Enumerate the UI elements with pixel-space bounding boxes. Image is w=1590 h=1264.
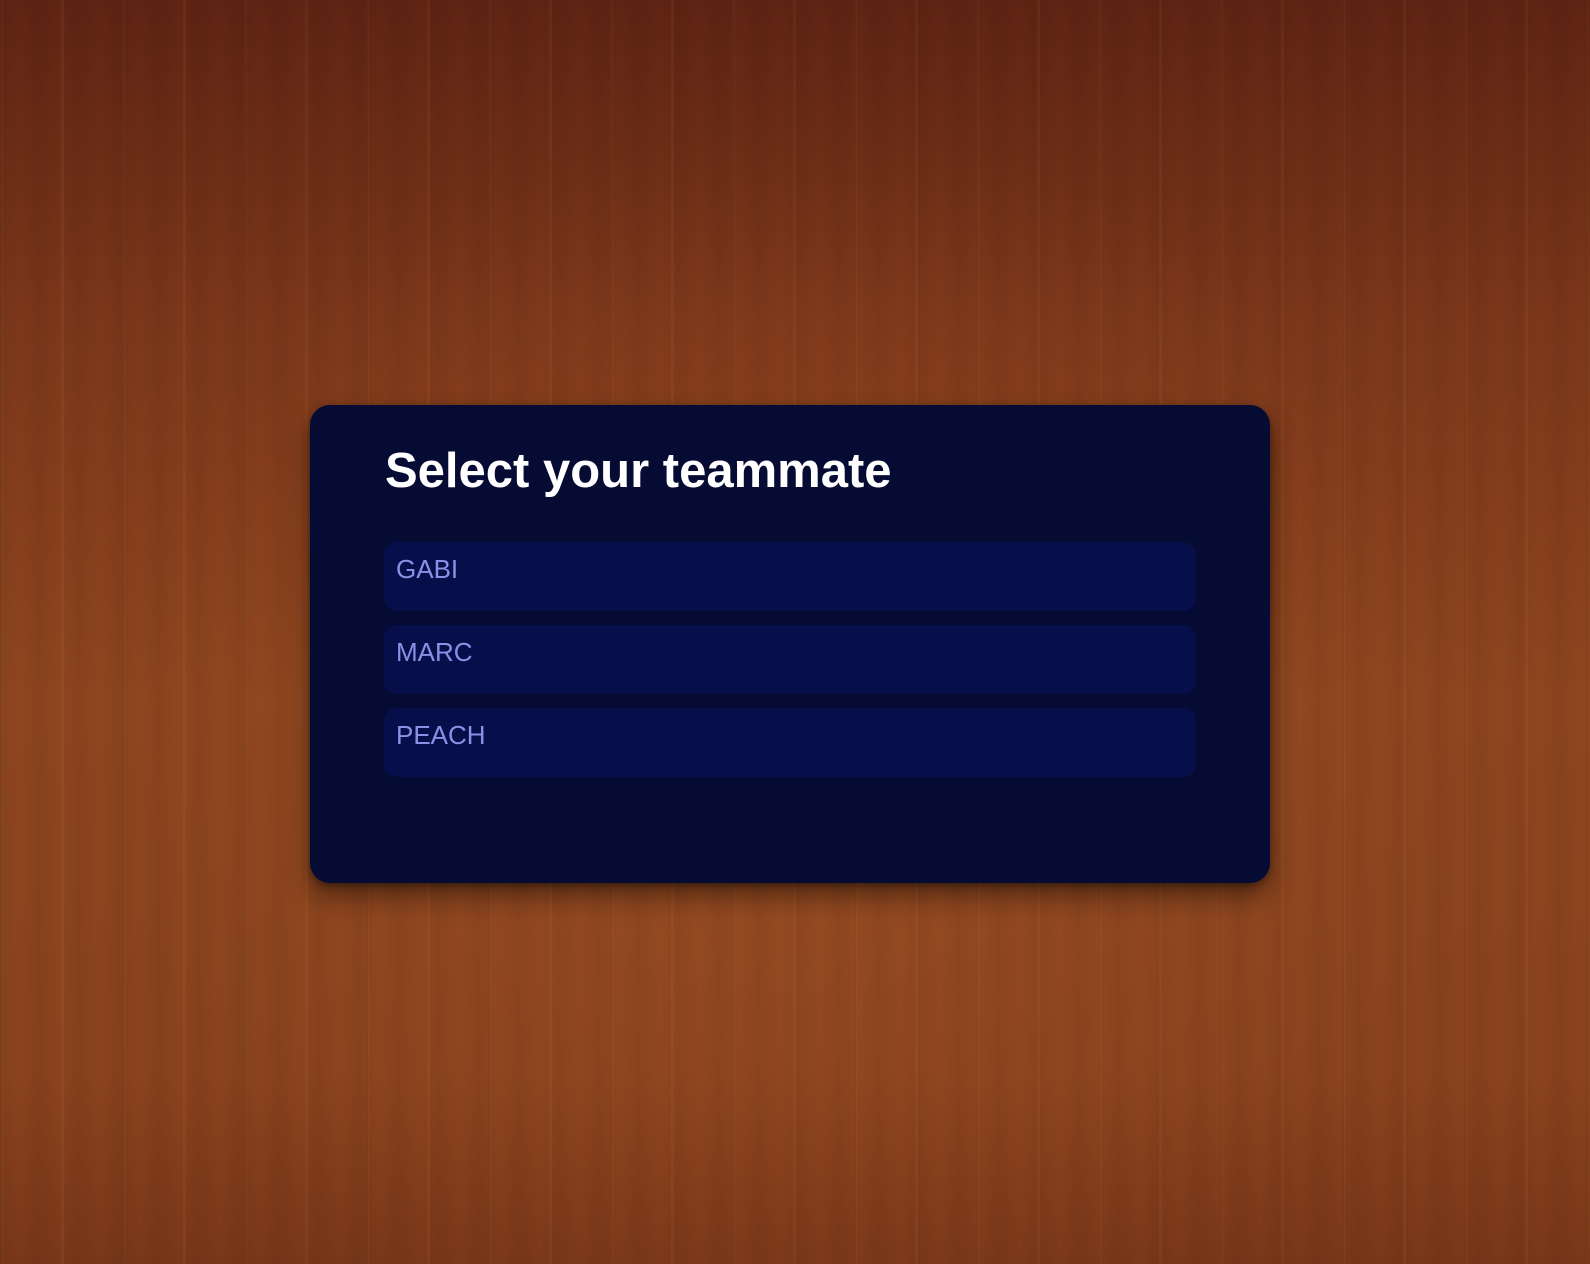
teammate-option-marc[interactable]: MARC <box>384 625 1196 694</box>
teammate-option-gabi[interactable]: GABI <box>384 542 1196 611</box>
teammate-options-list: GABI MARC PEACH <box>384 542 1196 791</box>
teammate-select-dialog: Select your teammate GABI MARC PEACH <box>310 405 1270 883</box>
teammate-option-peach[interactable]: PEACH <box>384 708 1196 777</box>
dialog-title: Select your teammate <box>385 444 892 498</box>
